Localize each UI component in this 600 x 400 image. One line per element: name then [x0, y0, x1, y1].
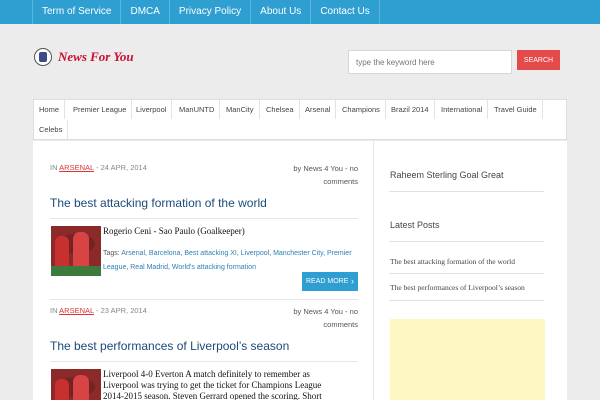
category-liverpool[interactable]: Liverpool	[131, 100, 173, 119]
post-category-link[interactable]: ARSENAL	[59, 306, 94, 315]
post-excerpt: Liverpool 4-0 Everton A match definitely…	[103, 369, 322, 400]
topnav-dmca-link[interactable]: DMCA	[120, 0, 168, 24]
post-tags: Tags: Arsenal, Barcelona, Best attacking…	[103, 250, 352, 271]
comments-link[interactable]: comments	[323, 177, 358, 186]
excerpt-line: Liverpool was trying to get the ticket f…	[103, 380, 322, 390]
top-bar: Term of Service DMCA Privacy Policy Abou…	[0, 0, 600, 24]
search-button[interactable]: SEARCH	[517, 50, 560, 70]
search-input[interactable]	[348, 50, 512, 74]
category-travel-guide[interactable]: Travel Guide	[489, 100, 543, 119]
category-international[interactable]: International	[436, 100, 489, 119]
read-more-button[interactable]: READ MORE ›	[302, 272, 358, 291]
category-celebs[interactable]: Celebs	[34, 120, 69, 139]
tag-link[interactable]: Arsenal	[121, 250, 145, 257]
post-author: by News 4 You - no comments	[238, 305, 358, 331]
tag-link[interactable]: Barcelona	[149, 250, 181, 257]
sidebar-divider	[389, 191, 544, 192]
sidebar-divider	[389, 300, 544, 301]
post-meta: IN ARSENAL - 24 APR, 2014	[50, 163, 147, 172]
read-more-label: READ MORE	[306, 278, 349, 285]
sidebar-latest-link[interactable]: The best attacking formation of the worl…	[390, 257, 515, 266]
ad-box	[390, 319, 545, 400]
post-thumbnail[interactable]	[51, 226, 101, 276]
post-in-label: IN	[50, 306, 58, 315]
excerpt-line: Liverpool 4-0 Everton A match definitely…	[103, 369, 310, 379]
category-arsenal[interactable]: Arsenal	[300, 100, 337, 119]
category-home[interactable]: Home	[34, 100, 66, 119]
tag-link[interactable]: Manchester City	[273, 250, 323, 257]
topnav-terms-link[interactable]: Term of Service	[32, 0, 120, 24]
post-author: by News 4 You - no comments	[238, 162, 358, 188]
post-meta: IN ARSENAL - 23 APR, 2014	[50, 306, 147, 315]
club-crest-icon	[34, 48, 52, 66]
post-excerpt: Rogerio Ceni - Sao Paulo (Goalkeeper)	[103, 226, 245, 236]
category-nav: Home Premier League Liverpool ManUNTD Ma…	[33, 99, 567, 140]
sidebar-divider	[373, 141, 374, 400]
category-mancity[interactable]: ManCity	[221, 100, 260, 119]
sidebar-latest-title: Latest Posts	[390, 220, 440, 230]
post-title-link[interactable]: The best attacking formation of the worl…	[50, 196, 267, 210]
post-date: - 23 APR, 2014	[96, 306, 147, 315]
category-premier-league[interactable]: Premier League	[68, 100, 133, 119]
tags-label: Tags:	[103, 250, 120, 257]
tag-link[interactable]: Best attacking XI	[184, 250, 237, 257]
category-brazil-2014[interactable]: Brazil 2014	[386, 100, 435, 119]
category-chelsea[interactable]: Chelsea	[261, 100, 300, 119]
sidebar-divider	[389, 273, 544, 274]
post-thumbnail[interactable]	[51, 369, 101, 400]
sidebar-divider	[389, 241, 544, 242]
post-in-label: IN	[50, 163, 58, 172]
tag-link[interactable]: Liverpool	[241, 250, 269, 257]
top-nav: Term of Service DMCA Privacy Policy Abou…	[32, 0, 380, 24]
author-line: by News 4 You - no	[293, 307, 358, 316]
post-title-link[interactable]: The best performances of Liverpool’s sea…	[50, 339, 289, 353]
topnav-contact-link[interactable]: Contact Us	[310, 0, 380, 24]
author-line: by News 4 You - no	[293, 164, 358, 173]
excerpt-line: 2014-2015 season. Steven Gerrard opened …	[103, 391, 322, 400]
logo-text: News For You	[58, 49, 134, 64]
topnav-privacy-link[interactable]: Privacy Policy	[168, 0, 250, 24]
category-champions[interactable]: Champions	[337, 100, 386, 119]
divider	[50, 218, 358, 219]
post-category-link[interactable]: ARSENAL	[59, 163, 94, 172]
sidebar-latest-link[interactable]: The best performances of Liverpool’s sea…	[390, 283, 525, 292]
topnav-about-link[interactable]: About Us	[250, 0, 310, 24]
sidebar-featured-link[interactable]: Raheem Sterling Goal Great	[390, 170, 504, 180]
comments-link[interactable]: comments	[323, 320, 358, 329]
category-manuntd[interactable]: ManUNTD	[174, 100, 221, 119]
site-logo[interactable]: News For You	[34, 48, 134, 66]
tag-link[interactable]: World's attacking formation	[172, 264, 256, 271]
chevron-right-icon: ›	[351, 276, 354, 286]
post-date: - 24 APR, 2014	[96, 163, 147, 172]
tag-link[interactable]: Real Madrid	[130, 264, 168, 271]
divider	[50, 299, 358, 300]
divider	[50, 361, 358, 362]
